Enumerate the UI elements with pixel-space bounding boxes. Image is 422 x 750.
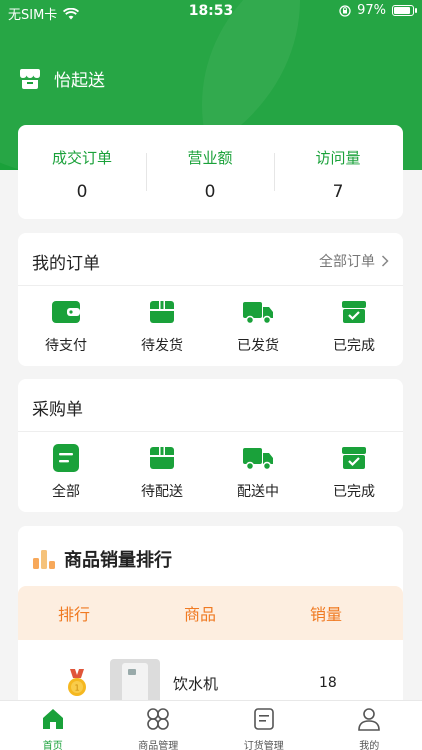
divider: [18, 431, 403, 432]
status-bar: 无SIM卡 18:53 97%: [0, 0, 422, 24]
tab-mine[interactable]: 我的: [317, 701, 422, 750]
item-label: 已完成: [333, 484, 375, 500]
grid-icon: [147, 708, 170, 730]
product-name: 饮水机: [173, 675, 219, 693]
stat-visits[interactable]: 访问量 7: [274, 147, 402, 202]
order-pending-shipment[interactable]: 待发货: [114, 297, 210, 355]
chevron-right-icon: [381, 255, 389, 267]
package-icon: [150, 301, 174, 323]
orientation-lock-icon: [339, 4, 351, 17]
tab-label: 首页: [42, 741, 63, 750]
list-doc-icon: [53, 444, 79, 472]
order-completed[interactable]: 已完成: [306, 297, 402, 355]
stat-orders[interactable]: 成交订单 0: [18, 147, 146, 202]
column-product: 商品: [184, 605, 217, 624]
purchase-all[interactable]: 全部: [18, 443, 114, 501]
purchase-delivering[interactable]: 配送中: [210, 443, 306, 501]
item-label: 全部: [52, 484, 80, 500]
wallet-icon: [52, 301, 80, 323]
purchase-pending-delivery[interactable]: 待配送: [114, 443, 210, 501]
stat-revenue[interactable]: 营业额 0: [146, 147, 274, 202]
order-pending-payment[interactable]: 待支付: [18, 297, 114, 355]
stat-value: 0: [76, 182, 88, 202]
home-icon: [42, 709, 63, 729]
box-check-icon: [342, 301, 366, 323]
tab-label: 订货管理: [243, 741, 284, 750]
stats-card: 成交订单 0 营业额 0 访问量 7: [18, 125, 403, 219]
all-orders-link[interactable]: 全部订单: [319, 251, 389, 271]
order-shipped[interactable]: 已发货: [210, 297, 306, 355]
purchase-orders-card: 采购单 全部 待配送 配送中 已完成: [18, 379, 403, 512]
ranking-title: 商品销量排行: [64, 550, 172, 571]
column-rank: 排行: [58, 605, 91, 624]
stat-label: 成交订单: [51, 149, 112, 167]
truck-icon: [243, 302, 273, 325]
battery-percent: 97%: [357, 3, 386, 18]
package-icon: [150, 447, 174, 469]
my-orders-card: 我的订单 全部订单 待支付 待发货 已发货 已完成: [18, 233, 403, 366]
bottom-tab-bar: 首页 商品管理 订货管理 我的: [0, 700, 422, 750]
gold-medal-icon: 1: [68, 669, 86, 696]
item-label: 待支付: [45, 338, 87, 354]
store-brand[interactable]: 怡起送: [18, 66, 105, 91]
column-sales: 销量: [310, 605, 343, 624]
stat-label: 营业额: [187, 149, 233, 167]
box-check-icon: [342, 447, 366, 469]
store-icon: [20, 68, 40, 89]
sales-ranking-card: 商品销量排行 排行 商品 销量 1 饮水机 18: [18, 526, 403, 709]
stat-value: 7: [332, 182, 344, 202]
item-label: 配送中: [237, 484, 279, 500]
battery-icon: [392, 5, 417, 16]
item-label: 已完成: [333, 338, 375, 354]
item-label: 待发货: [141, 338, 183, 354]
tab-product-management[interactable]: 商品管理: [106, 701, 212, 750]
user-icon: [358, 708, 381, 731]
truck-icon: [243, 448, 273, 471]
purchase-completed[interactable]: 已完成: [306, 443, 402, 501]
tab-label: 我的: [359, 741, 380, 750]
tab-order-management[interactable]: 订货管理: [211, 701, 317, 750]
store-name: 怡起送: [54, 71, 105, 91]
stat-value: 0: [204, 182, 216, 202]
product-sales: 18: [319, 675, 337, 691]
tab-home[interactable]: 首页: [0, 701, 106, 750]
section-title: 我的订单: [32, 254, 100, 274]
ranking-table-header: 排行 商品 销量: [18, 586, 403, 640]
all-orders-label: 全部订单: [319, 254, 375, 270]
rank-number: 1: [74, 684, 79, 693]
bar-chart-icon: [33, 550, 55, 569]
item-label: 待配送: [141, 484, 183, 500]
document-icon: [253, 708, 274, 730]
tab-label: 商品管理: [138, 741, 179, 750]
divider: [18, 285, 403, 286]
item-label: 已发货: [237, 338, 279, 354]
stat-label: 访问量: [315, 149, 361, 167]
section-title: 采购单: [32, 400, 83, 420]
